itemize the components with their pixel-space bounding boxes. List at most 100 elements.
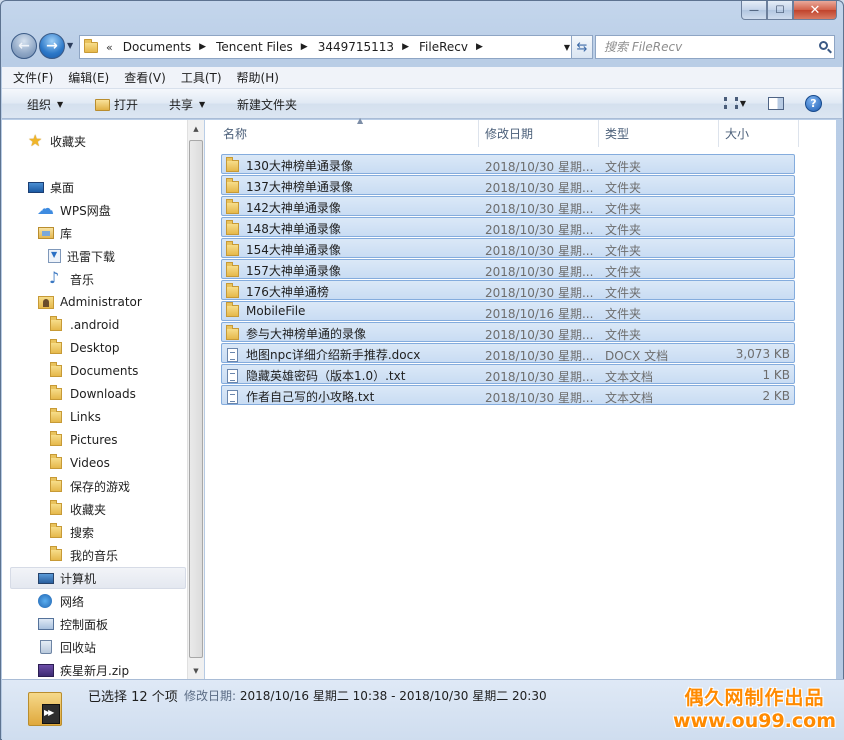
file-row[interactable]: 隐藏英雄密码（版本1.0）.txt 2018/10/30 星期... 文本文档 1 K… (221, 364, 795, 384)
star-icon (28, 131, 44, 150)
search-input[interactable] (604, 40, 814, 54)
column-name[interactable]: 名称 ▲ (217, 116, 479, 147)
menu-help[interactable]: 帮助(H) (237, 69, 279, 86)
breadcrumb-filerecv[interactable]: FileRecv ▶ (419, 40, 483, 54)
folder-icon (226, 282, 239, 298)
column-type[interactable]: 类型 (599, 120, 719, 147)
sidebar-item-zip[interactable]: 疾星新月.zip (38, 659, 129, 679)
file-row[interactable]: 作者自己写的小攻略.txt 2018/10/30 星期... 文本文档 2 KB (221, 385, 795, 405)
sidebar-item-folder[interactable]: Links (48, 406, 101, 428)
sidebar-item-network[interactable]: 网络 (38, 590, 84, 612)
file-date: 2018/10/30 星期... (485, 391, 594, 405)
sidebar-scrollbar[interactable]: ▲ ▼ (187, 120, 204, 679)
sidebar-item-favorites[interactable]: 收藏夹 (28, 130, 86, 152)
file-row[interactable]: 157大神单通录像 2018/10/30 星期... 文件夹 (221, 259, 795, 279)
menu-tools[interactable]: 工具(T) (181, 69, 222, 86)
file-row[interactable]: 参与大神榜单通的录像 2018/10/30 星期... 文件夹 (221, 322, 795, 342)
sidebar-item-folder[interactable]: Documents (48, 360, 138, 382)
organize-button[interactable]: 组织 ▼ (27, 96, 63, 113)
archive-icon (38, 663, 54, 677)
cloud-icon (37, 199, 54, 219)
sidebar-item-wps[interactable]: WPS网盘 (37, 199, 111, 221)
sidebar-item-music[interactable]: 音乐 (48, 268, 94, 290)
sidebar-item-folder[interactable]: .android (48, 314, 119, 336)
scroll-down-icon[interactable]: ▼ (188, 662, 204, 679)
sidebar-item-folder[interactable]: 搜索 (48, 521, 94, 543)
recent-pages-dropdown[interactable]: ▼ (67, 41, 73, 50)
sidebar-item-folder[interactable]: 收藏夹 (48, 498, 106, 520)
menu-file[interactable]: 文件(F) (13, 69, 53, 86)
command-bar: 组织 ▼ 打开 共享 ▼ 新建文件夹 ▼ ? (2, 89, 842, 119)
breadcrumb-overflow[interactable]: « (106, 41, 113, 54)
sidebar-item-folder[interactable]: Downloads (48, 383, 136, 405)
file-name: MobileFile (246, 304, 306, 318)
file-row[interactable]: 176大神单通榜 2018/10/30 星期... 文件夹 (221, 280, 795, 300)
sidebar-item-control-panel[interactable]: 控制面板 (38, 613, 108, 635)
sidebar-item-recycle-bin[interactable]: 回收站 (38, 636, 96, 658)
back-button[interactable]: ← (11, 33, 37, 59)
folder-icon (226, 219, 239, 235)
selection-count: 已选择 12 个项 (88, 690, 178, 705)
folder-icon (84, 38, 98, 53)
views-icon[interactable] (724, 97, 738, 109)
search-icon[interactable] (819, 41, 828, 50)
file-date: 2018/10/30 星期... (485, 370, 594, 384)
caption-buttons: — ☐ ✕ (741, 1, 837, 21)
file-row[interactable]: 142大神单通录像 2018/10/30 星期... 文件夹 (221, 196, 795, 216)
watermark-line2: www.ou99.com (672, 710, 836, 732)
breadcrumb-tencent-files[interactable]: Tencent Files ▶ (216, 40, 308, 54)
sidebar-item-folder[interactable]: 保存的游戏 (48, 475, 130, 497)
chevron-right-icon[interactable]: ▶ (301, 42, 308, 52)
forward-button[interactable]: → (39, 33, 65, 59)
scroll-up-icon[interactable]: ▲ (188, 120, 204, 137)
file-row[interactable]: 154大神单通录像 2018/10/30 星期... 文件夹 (221, 238, 795, 258)
chevron-right-icon[interactable]: ▶ (476, 42, 483, 52)
sidebar-item-folder[interactable]: Pictures (48, 429, 118, 451)
sidebar-item-folder[interactable]: 我的音乐 (48, 544, 118, 566)
file-type: 文件夹 (605, 286, 642, 300)
file-name-cell: 176大神单通榜 (226, 282, 329, 300)
refresh-button[interactable]: ⇆ (571, 35, 593, 59)
close-button[interactable]: ✕ (793, 1, 837, 20)
address-bar[interactable]: « Documents ▶ Tencent Files ▶ 3449715113 ▶ … (79, 35, 561, 59)
scrollbar-thumb[interactable] (189, 140, 203, 658)
navigation-bar: ← → ▼ « Documents ▶ Tencent Files ▶ 344971… (9, 31, 835, 61)
sidebar-item-administrator[interactable]: Administrator (38, 291, 142, 313)
views-dropdown[interactable]: ▼ (740, 99, 746, 108)
file-name: 隐藏英雄密码（版本1.0）.txt (246, 369, 406, 383)
file-row[interactable]: MobileFile 2018/10/16 星期... 文件夹 (221, 301, 795, 321)
breadcrumb-documents[interactable]: Documents ▶ (123, 40, 206, 54)
maximize-button[interactable]: ☐ (767, 1, 793, 20)
minimize-button[interactable]: — (741, 1, 767, 20)
file-row[interactable]: 148大神单通录像 2018/10/30 星期... 文件夹 (221, 217, 795, 237)
column-size[interactable]: 大小 (719, 120, 799, 147)
file-name-cell: 157大神单通录像 (226, 261, 341, 279)
menu-edit[interactable]: 编辑(E) (68, 69, 109, 86)
help-icon[interactable]: ? (805, 95, 822, 112)
file-row[interactable]: 地图npc详细介绍新手推荐.docx 2018/10/30 星期... DOCX 文… (221, 343, 795, 363)
new-folder-button[interactable]: 新建文件夹 (237, 96, 297, 113)
breadcrumb-account[interactable]: 3449715113 ▶ (318, 40, 409, 54)
sidebar-item-xunlei[interactable]: 迅雷下载 (48, 245, 115, 267)
sidebar-item-desktop[interactable]: 桌面 (28, 176, 74, 198)
sidebar-item-library[interactable]: 库 (38, 222, 72, 244)
sidebar-item-folder[interactable]: Desktop (48, 337, 120, 359)
folder-icon (50, 546, 62, 561)
search-box[interactable] (595, 35, 835, 59)
column-date[interactable]: 修改日期 (479, 120, 599, 147)
sidebar-item-folder[interactable]: Videos (48, 452, 110, 474)
menu-view[interactable]: 查看(V) (124, 69, 166, 86)
document-icon (227, 347, 238, 362)
computer-icon (38, 572, 54, 584)
open-button[interactable]: 打开 (95, 96, 138, 113)
file-name-cell: 130大神榜单通录像 (226, 156, 353, 174)
chevron-right-icon[interactable]: ▶ (199, 42, 206, 52)
file-row[interactable]: 137大神榜单通录像 2018/10/30 星期... 文件夹 (221, 175, 795, 195)
share-button[interactable]: 共享 ▼ (169, 96, 205, 113)
chevron-right-icon[interactable]: ▶ (402, 42, 409, 52)
file-name: 地图npc详细介绍新手推荐.docx (246, 348, 421, 362)
selection-icon (28, 688, 64, 730)
preview-pane-icon[interactable] (768, 97, 784, 110)
file-row[interactable]: 130大神榜单通录像 2018/10/30 星期... 文件夹 (221, 154, 795, 174)
sidebar-item-computer[interactable]: 计算机 (10, 567, 186, 589)
